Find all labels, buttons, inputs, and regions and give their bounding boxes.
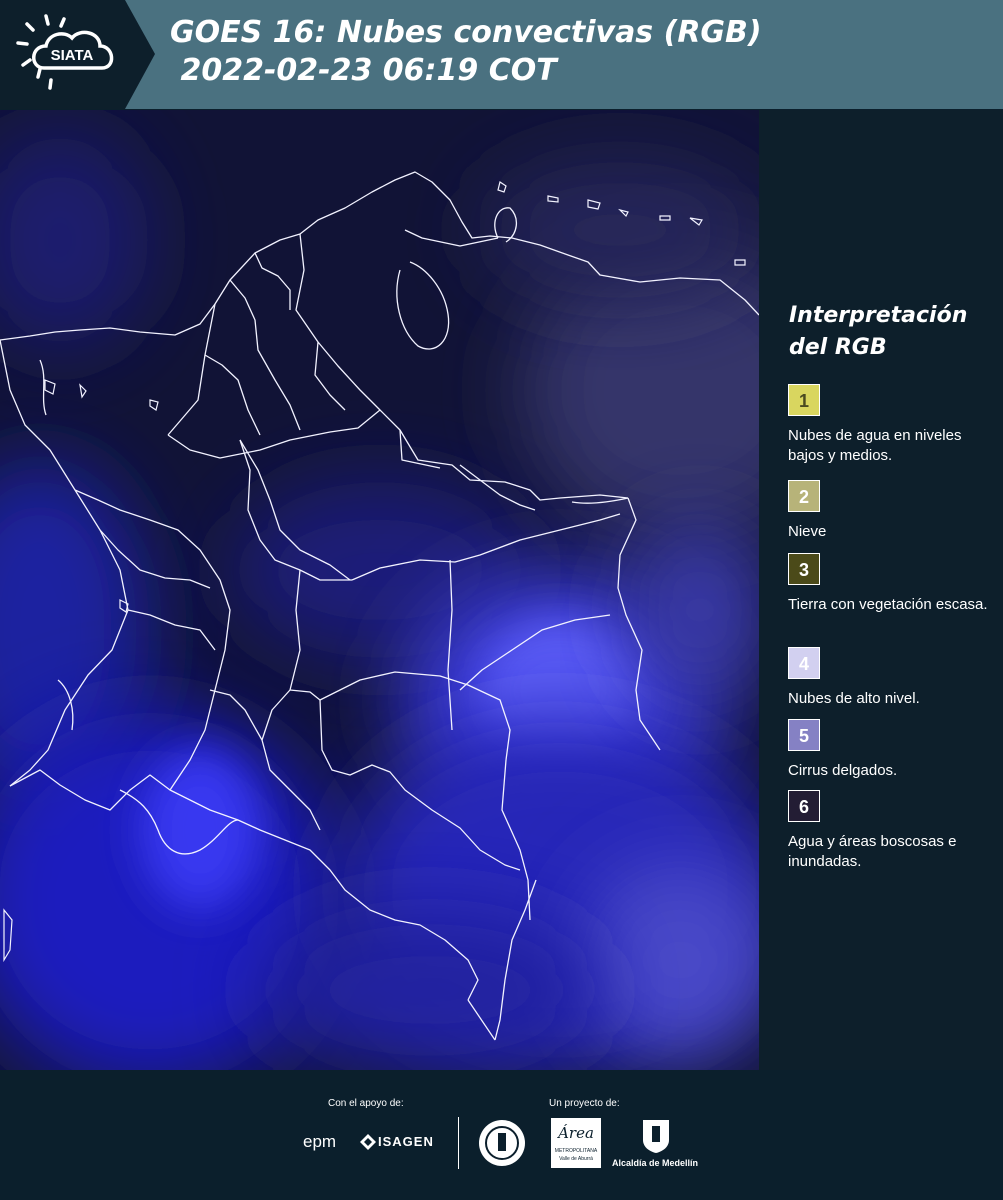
legend-swatch: 3 <box>788 553 820 585</box>
area-subtitle-2: Valle de Aburrá <box>559 1156 593 1162</box>
brand-text: SIATA <box>51 47 94 64</box>
legend-item: 6 Agua y áreas boscosas e inundadas. <box>788 790 998 872</box>
legend-swatch: 6 <box>788 790 820 822</box>
legend-item: 5 Cirrus delgados. <box>788 719 998 781</box>
isagen-logo: ISAGEN <box>378 1134 434 1149</box>
epm-logo: epm <box>303 1132 337 1151</box>
legend-label: Nubes de alto nivel. <box>788 690 920 707</box>
alcaldia-logo-text: Alcaldía de Medellín <box>612 1158 699 1168</box>
header-bar: SIATA GOES 16: Nubes convectivas (RGB) 2… <box>0 0 1003 109</box>
legend-label: Agua y áreas boscosas e inundadas. <box>788 833 957 870</box>
legend-title: Interpretación del RGB <box>789 303 968 360</box>
legend-label: Nieve <box>788 523 827 540</box>
legend-label: Tierra con vegetación escasa. <box>788 596 988 613</box>
legend-swatch: 2 <box>788 480 820 512</box>
footer-divider <box>458 1117 459 1169</box>
support-label: Con el apoyo de: <box>328 1098 404 1109</box>
area-subtitle: METROPOLITANA <box>554 1148 598 1154</box>
legend-swatch: 5 <box>788 719 820 751</box>
area-title: Área <box>558 1124 594 1142</box>
alcaldia-crest-icon <box>641 1118 671 1159</box>
legend-item: 4 Nubes de alto nivel. <box>788 647 998 709</box>
project-label: Un proyecto de: <box>549 1098 620 1109</box>
legend-swatch: 1 <box>788 384 820 416</box>
legend-item: 3 Tierra con vegetación escasa. <box>788 553 998 615</box>
medellin-seal-icon <box>478 1118 526 1173</box>
area-metropolitana-logo: Área METROPOLITANA Valle de Aburrá <box>551 1118 601 1168</box>
satellite-map <box>0 110 759 1070</box>
page-title: GOES 16: Nubes convectivas (RGB) 2022-02… <box>170 15 762 88</box>
legend-panel: Interpretación del RGB 1 Nubes de agua e… <box>759 110 1003 1070</box>
legend-item: 1 Nubes de agua en niveles bajos y medio… <box>788 384 998 466</box>
legend-swatch: 4 <box>788 647 820 679</box>
isagen-icon <box>360 1134 376 1155</box>
legend-item: 2 Nieve <box>788 480 998 542</box>
footer-bar: Con el apoyo de: Un proyecto de: epm ISA… <box>0 1070 1003 1200</box>
legend-label: Nubes de agua en niveles bajos y medios. <box>788 427 962 464</box>
siata-logo: SIATA <box>0 0 160 109</box>
legend-label: Cirrus delgados. <box>788 762 898 779</box>
